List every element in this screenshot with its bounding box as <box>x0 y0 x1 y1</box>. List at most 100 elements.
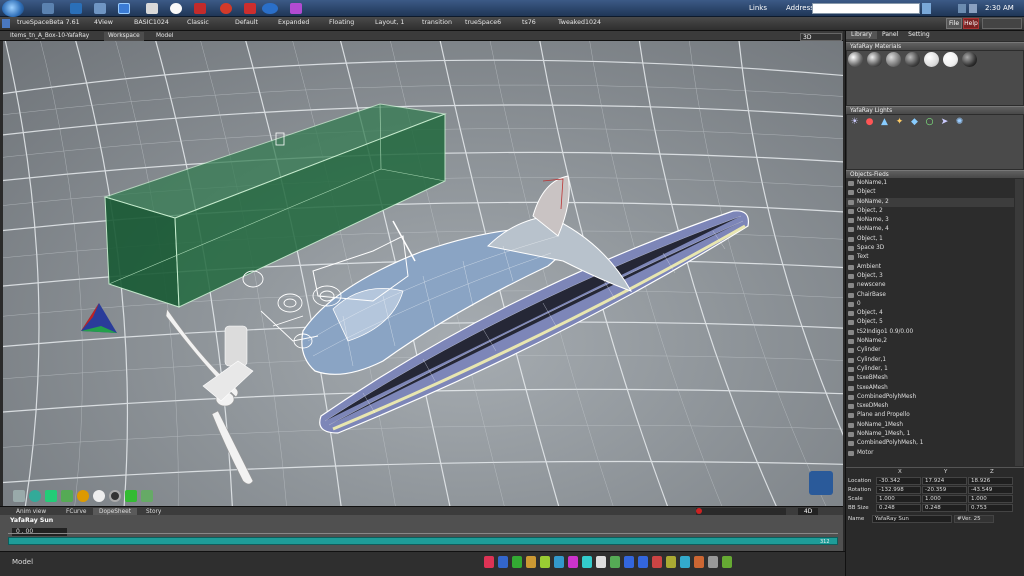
document-icon[interactable] <box>146 3 158 14</box>
timeline-bar[interactable] <box>8 537 838 545</box>
list-item[interactable]: Object <box>846 188 1014 197</box>
tab-ts76[interactable]: ts76 <box>522 19 536 30</box>
app-icon[interactable] <box>118 3 130 14</box>
property-value[interactable]: 1.000 <box>876 495 921 503</box>
tab-workspace[interactable]: Workspace <box>104 32 144 41</box>
tool-icon[interactable] <box>554 556 564 568</box>
tab-setting[interactable]: Setting <box>903 31 934 39</box>
list-item[interactable]: NoName_1Mesh <box>846 421 1014 430</box>
tool-icon[interactable] <box>708 556 718 568</box>
start-button[interactable] <box>2 0 24 17</box>
tab-model[interactable]: Model <box>152 32 177 41</box>
select-tool-icon[interactable] <box>13 490 25 502</box>
list-item[interactable]: Motor <box>846 449 1014 458</box>
property-value[interactable]: -132.998 <box>876 486 921 494</box>
window-controls[interactable] <box>982 18 1022 29</box>
tool-icon[interactable] <box>582 556 592 568</box>
list-item[interactable]: Space 3D <box>846 244 1014 253</box>
property-value[interactable]: 0.248 <box>922 504 967 512</box>
object-list-scrollbar[interactable] <box>1015 179 1023 466</box>
list-item[interactable]: Text <box>846 253 1014 262</box>
list-item[interactable]: ChairBase <box>846 291 1014 300</box>
tool-icon[interactable] <box>512 556 522 568</box>
sphere-light-icon[interactable]: ○ <box>923 116 936 129</box>
document-title[interactable]: Items_tn_A_Box-10-YafaRay <box>6 32 93 41</box>
volume-icon[interactable] <box>969 4 977 13</box>
media-icon[interactable] <box>70 3 82 14</box>
mode-label[interactable]: Model <box>12 558 33 566</box>
file-button[interactable]: File <box>946 18 962 29</box>
list-item[interactable]: Object, 4 <box>846 309 1014 318</box>
tab-default[interactable]: Default <box>235 19 258 30</box>
record-icon[interactable] <box>696 508 702 514</box>
property-value[interactable]: 0.753 <box>968 504 1013 512</box>
area-light-icon[interactable]: ◆ <box>908 116 921 129</box>
name-field[interactable]: YafaRay Sun <box>872 515 952 523</box>
list-item[interactable]: NoName, 2 <box>846 197 1014 207</box>
tool-icon[interactable] <box>596 556 606 568</box>
objects-header[interactable]: Objects-Fieds <box>846 170 1024 178</box>
render-tool-icon[interactable] <box>125 490 137 502</box>
material-swatch[interactable] <box>942 52 958 67</box>
tool-icon[interactable] <box>568 556 578 568</box>
light-tool-icon[interactable] <box>77 490 89 502</box>
tab-panel[interactable]: Panel <box>877 31 903 39</box>
tab-layout-1[interactable]: Layout, 1 <box>375 19 404 30</box>
list-item[interactable]: Cylinder, 1 <box>846 365 1014 374</box>
help-button[interactable]: Help <box>963 18 979 29</box>
property-value[interactable]: 1.000 <box>968 495 1013 503</box>
tab-expanded[interactable]: Expanded <box>278 19 309 30</box>
ies-light-icon[interactable]: ✦ <box>893 116 906 129</box>
tool-icon[interactable] <box>540 556 550 568</box>
tab-truespace6[interactable]: trueSpace6 <box>465 19 501 30</box>
list-item[interactable]: tS2Indigo1 0.9/0.00 <box>846 328 1014 337</box>
property-value[interactable]: -43.549 <box>968 486 1013 494</box>
list-item[interactable]: Object, 2 <box>846 207 1014 216</box>
property-value[interactable]: 17.924 <box>922 477 967 485</box>
list-item[interactable]: NoName_1Mesh, 1 <box>846 430 1014 439</box>
tab-tweaked1024[interactable]: Tweaked1024 <box>558 19 601 30</box>
tool-icon[interactable] <box>722 556 732 568</box>
list-item[interactable]: Object, 3 <box>846 272 1014 281</box>
list-item[interactable]: NoName,2 <box>846 337 1014 346</box>
property-value[interactable]: 1.000 <box>922 495 967 503</box>
property-value[interactable]: 0.248 <box>876 504 921 512</box>
tab-transition[interactable]: transition <box>422 19 452 30</box>
tray-icon[interactable] <box>958 4 966 13</box>
tab-basic1024[interactable]: BASIC1024 <box>134 19 169 30</box>
point-light-icon[interactable]: ● <box>863 116 876 129</box>
tab-4view[interactable]: 4View <box>94 19 113 30</box>
material-tool-icon[interactable] <box>93 490 105 502</box>
tool-icon[interactable] <box>624 556 634 568</box>
window-icon[interactable] <box>94 3 106 14</box>
sphere-tool-icon[interactable] <box>29 490 41 502</box>
axis-gizmo[interactable] <box>81 303 117 333</box>
cube-tool-icon[interactable] <box>45 490 57 502</box>
tool-icon[interactable] <box>610 556 620 568</box>
material-swatch[interactable] <box>885 52 901 67</box>
material-swatch[interactable] <box>961 52 977 67</box>
playback-controls[interactable] <box>696 508 786 515</box>
material-swatch[interactable] <box>923 52 939 67</box>
material-swatch[interactable] <box>866 52 882 67</box>
tool-icon[interactable] <box>526 556 536 568</box>
list-item[interactable]: tsxeDMesh <box>846 402 1014 411</box>
list-item[interactable]: CombinedPolyhMesh, 1 <box>846 439 1014 448</box>
property-value[interactable]: 18.926 <box>968 477 1013 485</box>
list-item[interactable]: tsxeAMesh <box>846 384 1014 393</box>
list-item[interactable]: Object, 5 <box>846 318 1014 327</box>
list-item[interactable]: NoName,1 <box>846 179 1014 188</box>
tab-truespace-beta[interactable]: trueSpaceBeta 7.61 <box>17 19 80 30</box>
tool-icon[interactable] <box>694 556 704 568</box>
list-item[interactable]: Object, 1 <box>846 235 1014 244</box>
plane-tool-icon[interactable] <box>61 490 73 502</box>
tool-icon[interactable] <box>680 556 690 568</box>
tab-classic[interactable]: Classic <box>187 19 209 30</box>
property-value[interactable]: -30.342 <box>876 477 921 485</box>
dopesheet[interactable]: YafaRay Sun 0 . 00 312 <box>0 515 843 551</box>
tab-library[interactable]: Library <box>846 31 877 39</box>
directional-light-icon[interactable]: ➤ <box>938 116 951 129</box>
ie-icon[interactable] <box>262 3 278 14</box>
explorer-icon[interactable] <box>42 3 54 14</box>
tool-icon[interactable] <box>484 556 494 568</box>
